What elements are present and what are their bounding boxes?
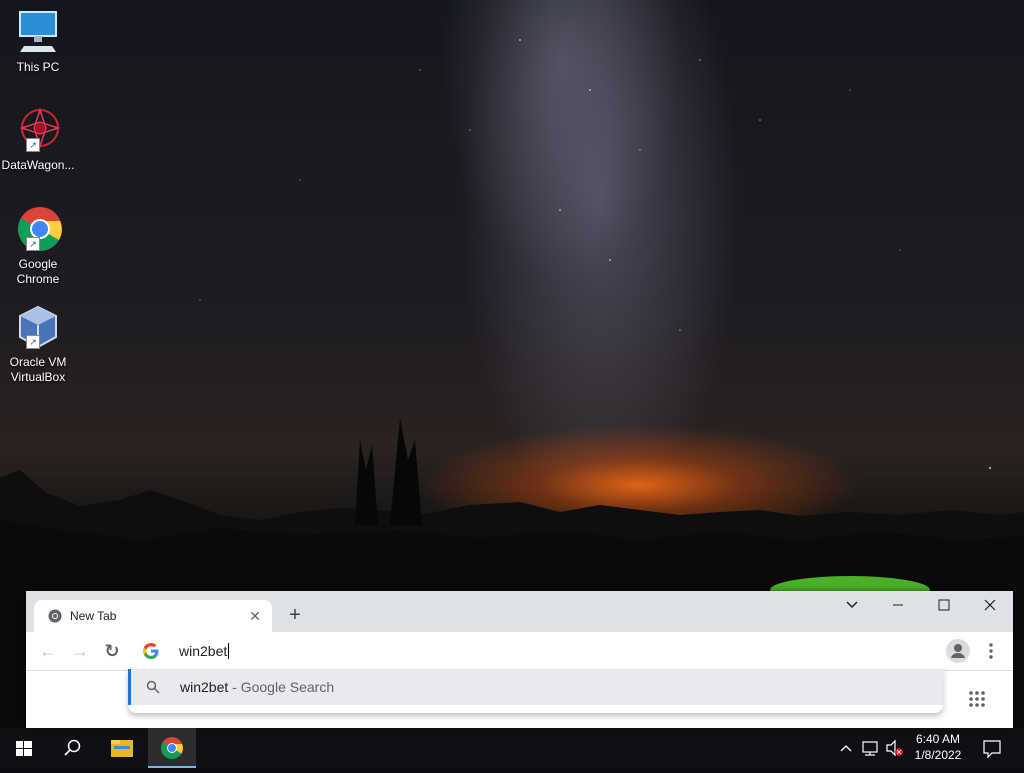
taskbar: 6:40 AM 1/8/2022: [0, 728, 1024, 768]
chevron-up-icon: [840, 745, 852, 752]
address-bar-text[interactable]: win2bet: [179, 643, 230, 659]
close-window-button[interactable]: [967, 591, 1013, 621]
volume-muted-icon: [886, 739, 903, 757]
tab-close-icon[interactable]: ✕: [246, 607, 264, 625]
chrome-menu-button[interactable]: [981, 640, 1001, 662]
chrome-icon: ↗: [14, 205, 62, 253]
chrome-taskbar-button[interactable]: [148, 728, 196, 768]
desktop-icon-label: Google Chrome: [16, 257, 60, 286]
omnibox-dropdown: win2bet - Google Search: [128, 669, 943, 713]
shortcut-arrow-icon: ↗: [26, 335, 40, 349]
address-bar-value: win2bet: [179, 643, 228, 659]
profile-button[interactable]: [946, 639, 970, 663]
google-g-icon: [143, 643, 159, 659]
more-vert-icon: [989, 643, 993, 659]
desktop-icon-google-chrome[interactable]: ↗ Google Chrome: [0, 205, 76, 287]
datawagon-icon: ↗: [14, 106, 62, 154]
clock-date: 1/8/2022: [914, 748, 962, 762]
desktop-icon-datawagon[interactable]: ↗ DataWagon...: [0, 106, 76, 173]
suggestion-query: win2bet: [180, 679, 229, 695]
this-pc-icon: [14, 8, 62, 56]
forward-button[interactable]: →: [69, 640, 91, 662]
desktop-icon-virtualbox[interactable]: ↗ Oracle VM VirtualBox: [0, 303, 76, 385]
show-hidden-icons-button[interactable]: [836, 728, 856, 768]
google-apps-icon[interactable]: [968, 690, 986, 708]
volume-button[interactable]: [884, 728, 906, 768]
minimize-icon: [893, 604, 903, 606]
action-center-button[interactable]: [978, 728, 1006, 768]
maximize-button[interactable]: [921, 591, 967, 621]
tab-title: New Tab: [70, 609, 117, 623]
start-button[interactable]: [0, 728, 48, 768]
desktop-icon-label: Oracle VM VirtualBox: [9, 355, 67, 384]
chrome-favicon-icon: [48, 609, 62, 623]
clock-button[interactable]: 6:40 AM 1/8/2022: [908, 732, 968, 762]
shortcut-arrow-icon: ↗: [26, 237, 40, 251]
tab-search-button[interactable]: [829, 591, 875, 621]
chrome-icon: [161, 737, 183, 759]
search-icon: [146, 680, 160, 694]
address-bar[interactable]: win2bet: [128, 633, 943, 669]
shortcut-arrow-icon: ↗: [26, 138, 40, 152]
virtualbox-icon: ↗: [14, 303, 62, 351]
close-icon: [984, 599, 996, 611]
minimize-button[interactable]: [875, 591, 921, 621]
suggestion-suffix: - Google Search: [228, 679, 335, 695]
suggestion-text: win2bet - Google Search: [180, 679, 334, 695]
desktop-icon-this-pc[interactable]: This PC: [0, 8, 76, 75]
suggestion-row[interactable]: win2bet - Google Search: [128, 669, 943, 705]
notification-icon: [983, 740, 1001, 759]
profile-icon: [951, 644, 965, 658]
windows-logo-icon: [16, 741, 32, 756]
desktop-icon-label: DataWagon...: [1, 158, 75, 172]
text-caret: [228, 643, 230, 659]
browser-toolbar: ← → ↻ win2bet: [26, 632, 1013, 671]
file-explorer-button[interactable]: [98, 728, 146, 768]
clock-time: 6:40 AM: [915, 732, 961, 746]
back-button[interactable]: ←: [37, 640, 59, 662]
network-button[interactable]: [860, 728, 882, 768]
tab-strip: New Tab ✕ +: [26, 591, 1013, 632]
search-icon: [64, 739, 81, 756]
maximize-icon: [938, 599, 950, 611]
desktop-icon-label: This PC: [16, 60, 60, 74]
network-icon: [862, 741, 878, 756]
new-tab-button[interactable]: +: [284, 604, 306, 626]
chrome-window: New Tab ✕ + ← → ↻ win2bet win2bet - Goog…: [26, 591, 1013, 728]
reload-button[interactable]: ↻: [101, 640, 123, 662]
search-button[interactable]: [48, 728, 96, 768]
chevron-down-icon: [846, 601, 858, 609]
tab-new-tab[interactable]: New Tab ✕: [34, 600, 272, 632]
folder-icon: [111, 740, 133, 757]
